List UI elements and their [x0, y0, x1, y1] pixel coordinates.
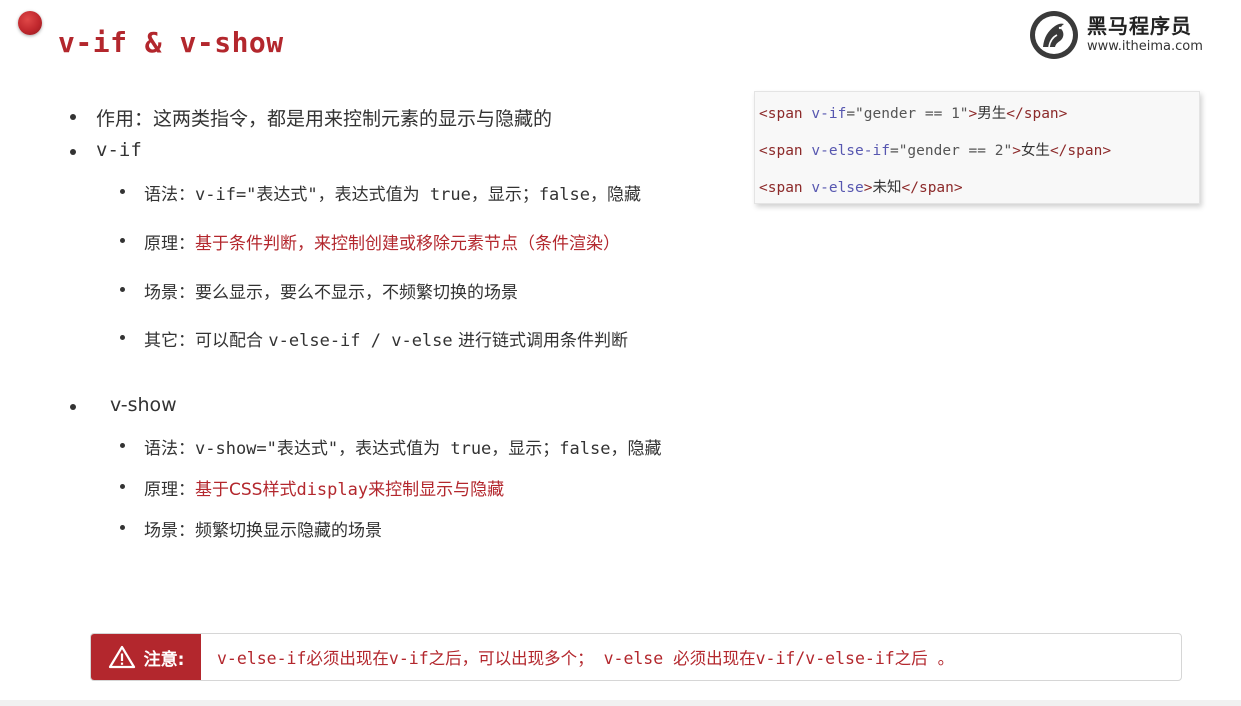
- vif-other-code: v-else-if / v-else: [268, 331, 453, 351]
- vif-principle-text: 基于条件判断，来控制创建或移除元素节点（条件渲染）: [195, 234, 620, 254]
- code-attr: v-else-if: [811, 143, 890, 159]
- logo-url: www.itheima.com: [1087, 39, 1203, 54]
- vshow-principle: 原理：基于CSS样式display来控制显示与隐藏: [120, 475, 504, 500]
- code-tag-open: <span: [759, 143, 812, 159]
- code-line: <span v-else>未知</span>: [759, 178, 1199, 215]
- code-tag-close: >: [863, 180, 873, 196]
- vif-scene: 场景：要么显示，要么不显示，不频繁切换的场景: [120, 278, 518, 303]
- slide-marker-dot: [18, 11, 42, 35]
- code-eq: =: [846, 106, 856, 122]
- bullet-dot: [70, 404, 76, 410]
- note-label-tag: 注意:: [91, 634, 201, 680]
- code-line: <span v-else-if="gender == 2">女生</span>: [759, 141, 1199, 178]
- logo-text: 黑马程序员 www.itheima.com: [1087, 15, 1203, 55]
- code-value: "gender == 1": [855, 106, 969, 122]
- bottom-bar: [0, 700, 1241, 706]
- bullet-vshow: v-show: [70, 394, 177, 416]
- vif-heading: v-if: [96, 139, 142, 161]
- bullet-vif: v-if: [70, 139, 142, 161]
- vshow-principle-text-b: 来控制显示与隐藏: [368, 480, 505, 500]
- vif-principle: 原理：基于条件判断，来控制创建或移除元素节点（条件渲染）: [120, 229, 620, 254]
- code-tag-open: <span: [759, 180, 812, 196]
- bullet-dot: [120, 443, 125, 448]
- logo-name: 黑马程序员: [1087, 14, 1192, 38]
- bullet-dot: [120, 335, 125, 340]
- code-eq: =: [889, 143, 899, 159]
- code-attr: v-else: [811, 180, 864, 196]
- slide-title: v-if & v-show: [58, 26, 284, 59]
- bullet-dot: [70, 149, 76, 155]
- bullet-dot: [120, 189, 125, 194]
- code-value: "gender == 2": [898, 143, 1013, 159]
- code-tag-end: </span>: [901, 180, 963, 196]
- bullet-dot: [120, 484, 125, 489]
- attention-note: 注意: v-else-if必须出现在v-if之后，可以出现多个； v-else …: [90, 633, 1182, 681]
- code-tag-end: </span>: [1049, 143, 1112, 159]
- vshow-principle-label: 原理：: [144, 480, 195, 500]
- code-text: 男生: [977, 106, 1007, 122]
- vshow-scene: 场景：频繁切换显示隐藏的场景: [120, 516, 382, 541]
- vif-other-suffix: 进行链式调用条件判断: [452, 331, 629, 351]
- vif-other: 其它：可以配合 v-else-if / v-else 进行链式调用条件判断: [120, 326, 628, 351]
- code-line: <span v-if="gender == 1">男生</span>: [759, 104, 1199, 141]
- vshow-syntax: 语法：v-show="表达式"，表达式值为 true，显示；false，隐藏: [120, 434, 661, 459]
- vif-scene-text: 场景：要么显示，要么不显示，不频繁切换的场景: [144, 283, 518, 303]
- code-tag-end: </span>: [1006, 106, 1068, 122]
- code-example-box: <span v-if="gender == 1">男生</span> <span…: [754, 91, 1200, 204]
- vshow-principle-text-a: 基于CSS样式: [195, 480, 297, 500]
- code-text: 未知: [872, 180, 902, 196]
- vif-other-label: 其它：可以配合: [144, 331, 269, 351]
- bullet-dot: [120, 525, 125, 530]
- vif-principle-label: 原理：: [144, 234, 195, 254]
- vshow-syntax-label: 语法：: [144, 439, 195, 459]
- bullet-dot: [120, 238, 125, 243]
- bullet-purpose: 作用：这两类指令，都是用来控制元素的显示与隐藏的: [70, 104, 552, 131]
- code-tag-close: >: [968, 106, 978, 122]
- vif-syntax-label: 语法：: [144, 185, 195, 205]
- vshow-heading: v-show: [110, 394, 177, 416]
- code-tag-open: <span: [759, 106, 812, 122]
- vshow-syntax-code: v-show="表达式"，表达式值为 true，显示；false，隐藏: [195, 439, 662, 459]
- note-text: v-else-if必须出现在v-if之后，可以出现多个； v-else 必须出现…: [217, 649, 955, 668]
- code-text: 女生: [1020, 143, 1050, 159]
- note-label: 注意:: [143, 649, 185, 670]
- purpose-text: 作用：这两类指令，都是用来控制元素的显示与隐藏的: [96, 108, 553, 130]
- bullet-dot: [120, 287, 125, 292]
- vif-syntax: 语法：v-if="表达式"，表达式值为 true，显示；false，隐藏: [120, 180, 641, 205]
- vshow-principle-code: display: [296, 480, 369, 500]
- code-tag-close: >: [1012, 143, 1021, 159]
- vif-syntax-code: v-if="表达式"，表达式值为 true，显示；false，隐藏: [195, 185, 641, 205]
- brand-logo: 黑马程序员 www.itheima.com: [1028, 9, 1228, 61]
- vshow-scene-text: 场景：频繁切换显示隐藏的场景: [144, 521, 382, 541]
- bullet-dot: [70, 114, 76, 120]
- horse-logo-icon: [1030, 11, 1078, 59]
- warning-icon: [108, 645, 135, 669]
- code-attr: v-if: [811, 106, 847, 122]
